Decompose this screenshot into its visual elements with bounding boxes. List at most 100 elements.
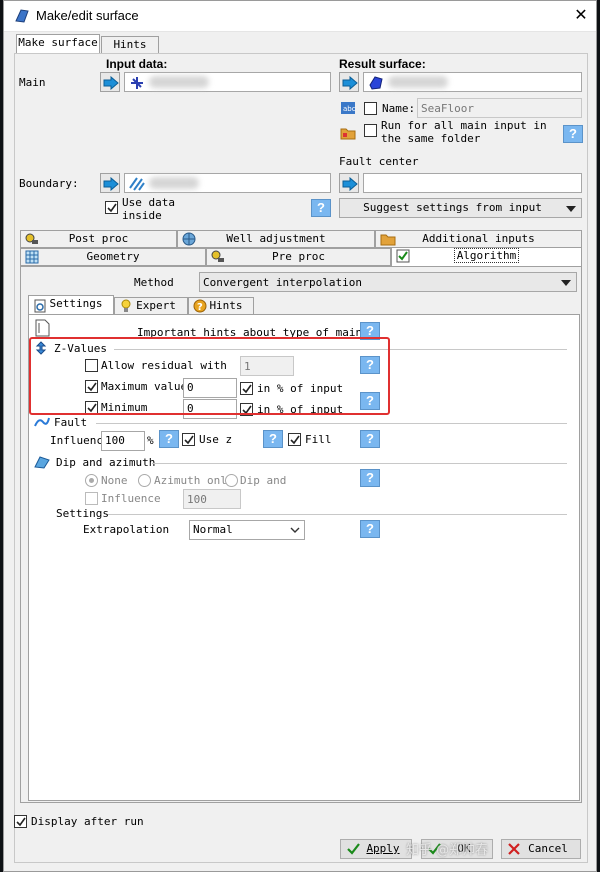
chevron-down-icon (566, 206, 576, 212)
dip-influence-checkbox[interactable] (85, 492, 98, 505)
check-icon (347, 843, 360, 855)
run-all-label: Run for all main input in the same folde… (381, 119, 547, 145)
check-icon (290, 435, 300, 445)
lightbulb-icon (121, 299, 131, 312)
folder-icon (380, 234, 396, 246)
tab-well-adjustment-label: Well adjustment (226, 232, 326, 245)
fault-center-label: Fault center (339, 155, 419, 168)
check-icon (107, 203, 117, 213)
display-after-run-checkbox[interactable] (14, 815, 27, 828)
close-icon[interactable]: ✕ (570, 4, 592, 26)
window-title: Make/edit surface (36, 8, 139, 23)
polygon-icon (129, 177, 145, 191)
tab-post-proc[interactable]: Post proc (20, 230, 177, 248)
fault-center-field[interactable] (363, 173, 582, 193)
cancel-button[interactable]: Cancel (501, 839, 581, 859)
method-select[interactable]: Convergent interpolation (199, 272, 577, 292)
fault-influence-help-button[interactable]: ? (159, 430, 179, 448)
use-z-label: Use z (199, 433, 233, 446)
use-data-inside-label: Use data inside (122, 196, 175, 222)
tab-settings[interactable]: Settings (28, 295, 114, 315)
fault-influence-percent: % (147, 434, 154, 447)
radio-azimuth-only-label: Azimuth only (154, 474, 234, 487)
dip-influence-input[interactable]: 100 (183, 489, 241, 509)
fault-center-arrow-button[interactable] (339, 173, 359, 193)
chevron-down-icon (561, 280, 571, 286)
question-icon: ? (193, 299, 207, 313)
dip-help-button[interactable]: ? (360, 469, 380, 487)
tab-hints[interactable]: Hints (101, 36, 159, 54)
fault-influence-input[interactable]: 100 (101, 431, 145, 451)
fill-help-button[interactable]: ? (360, 430, 380, 448)
fill-label: Fill (305, 433, 332, 446)
tab-pre-proc[interactable]: Pre proc (206, 248, 391, 266)
redacted-name (149, 177, 199, 189)
display-after-run-label: Display after run (31, 815, 144, 828)
boundary-field[interactable] (124, 173, 331, 193)
tab-make-surface[interactable]: Make surface (16, 34, 100, 54)
result-surface-header: Result surface: (339, 57, 426, 71)
name-checkbox[interactable] (364, 102, 377, 115)
radio-none-label: None (101, 474, 128, 487)
svg-text:?: ? (197, 302, 203, 313)
chevron-down-icon (290, 527, 300, 533)
dip-azimuth-header: Dip and azimuth (56, 456, 156, 469)
app-icon (15, 9, 29, 23)
name-input[interactable]: SeaFloor (417, 98, 582, 118)
fault-header: Fault (54, 416, 88, 429)
tab-expert-label: Expert (136, 299, 176, 312)
folder-icon (340, 128, 356, 140)
result-surface-field[interactable] (363, 72, 582, 92)
algorithm-check-icon (396, 249, 410, 263)
use-z-checkbox[interactable] (182, 433, 195, 446)
extrapolation-label: Extrapolation (83, 523, 170, 536)
run-all-help-button[interactable]: ? (563, 125, 583, 143)
tab-pre-proc-label: Pre proc (272, 250, 325, 263)
fill-checkbox[interactable] (288, 433, 301, 446)
redacted-name (388, 76, 448, 88)
tab-additional-inputs-label: Additional inputs (422, 232, 535, 245)
points-data-icon (131, 77, 143, 89)
tab-additional-inputs[interactable]: Additional inputs (375, 230, 582, 248)
radio-dip-and[interactable] (225, 474, 238, 487)
pre-proc-icon (211, 250, 224, 262)
radio-none[interactable] (85, 474, 98, 487)
main-input-field[interactable] (124, 72, 331, 92)
globe-icon (182, 232, 196, 246)
run-all-checkbox[interactable] (364, 124, 377, 137)
tab-geometry-label: Geometry (86, 250, 140, 263)
suggest-settings-button[interactable]: Suggest settings from input (339, 198, 582, 218)
tab-algorithm[interactable]: Algorithm (391, 247, 582, 266)
use-data-inside-checkbox[interactable] (105, 201, 118, 214)
main-input-arrow-button[interactable] (100, 72, 120, 92)
extrapolation-value: Normal (193, 523, 233, 536)
boundary-help-button[interactable]: ? (311, 199, 331, 217)
main-label: Main (19, 76, 46, 89)
document-icon (35, 319, 50, 337)
fault-divider (96, 423, 567, 424)
title-bar[interactable]: Make/edit surface ✕ (4, 1, 596, 32)
extrapolation-select[interactable]: Normal (189, 520, 305, 540)
radio-azimuth-only[interactable] (138, 474, 151, 487)
boundary-arrow-button[interactable] (100, 173, 120, 193)
use-z-help-button[interactable]: ? (263, 430, 283, 448)
highlight-box (29, 337, 390, 415)
tab-well-adjustment[interactable]: Well adjustment (177, 230, 375, 248)
tab-geometry[interactable]: Geometry (20, 248, 206, 266)
watermark: 知乎 @郑帅春 (406, 843, 489, 858)
grid-icon (25, 250, 39, 264)
apply-button[interactable]: Apply (340, 839, 412, 859)
input-data-header: Input data: (106, 57, 168, 71)
extrapolation-help-button[interactable]: ? (360, 520, 380, 538)
settings-doc-icon (34, 299, 46, 313)
rename-icon: abc (341, 102, 356, 114)
tab-sub-hints[interactable]: ? Hints (188, 297, 254, 315)
name-label: Name: (382, 102, 416, 115)
result-arrow-button[interactable] (339, 72, 359, 92)
arrow-right-icon (103, 177, 119, 191)
dialog-window: Make/edit surface ✕ Make surface Hints I… (3, 0, 597, 872)
arrow-right-icon (342, 76, 358, 90)
check-icon (184, 435, 194, 445)
tab-expert[interactable]: Expert (114, 297, 188, 315)
tab-settings-label: Settings (49, 297, 103, 310)
